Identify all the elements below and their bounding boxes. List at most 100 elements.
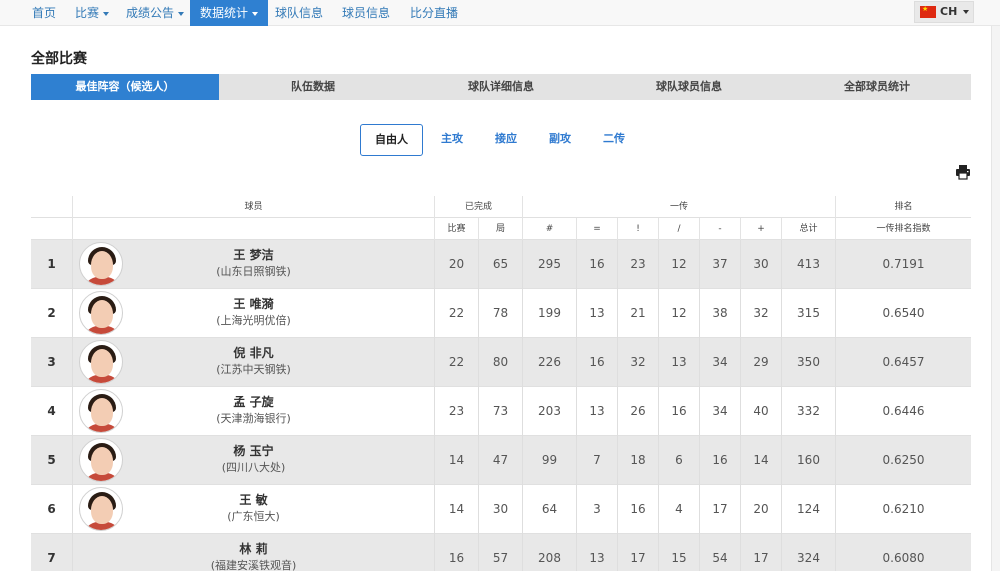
- tab-best-lineup[interactable]: 最佳阵容（候选人）: [31, 74, 219, 100]
- player-name[interactable]: 王 敏: [73, 493, 434, 508]
- nav-live-score[interactable]: 比分直播: [410, 0, 458, 26]
- stat-cell-exclaim: 23: [617, 240, 658, 289]
- subheader-plus: +: [740, 218, 781, 240]
- position-tab-outside-hitter[interactable]: 主攻: [433, 124, 471, 156]
- stat-cell-exclaim: 18: [617, 436, 658, 485]
- stat-cell-sets: 30: [478, 485, 522, 534]
- player-cell[interactable]: 林 莉 (福建安溪铁观音): [72, 534, 434, 571]
- tab-team-details[interactable]: 球队详细信息: [407, 74, 595, 100]
- header-reception: 一传: [522, 196, 835, 218]
- china-flag-icon: ★: [920, 5, 936, 18]
- subheader-perfect: #: [522, 218, 576, 240]
- subheader-slash: /: [658, 218, 699, 240]
- tab-all-player-stats[interactable]: 全部球员统计: [783, 74, 971, 100]
- language-label: CH: [940, 5, 958, 18]
- stat-cell-minus: 38: [699, 289, 740, 338]
- stat-cell-minus: 34: [699, 338, 740, 387]
- player-cell[interactable]: 王 敏 (广东恒大): [72, 485, 434, 534]
- player-cell[interactable]: 倪 非凡 (江苏中天钢铁): [72, 338, 434, 387]
- print-icon[interactable]: [955, 164, 971, 180]
- stat-cell-sets: 57: [478, 534, 522, 571]
- stat-cell-plus: 14: [740, 436, 781, 485]
- subheader-total: 总计: [781, 218, 835, 240]
- player-name[interactable]: 王 唯漪: [73, 297, 434, 312]
- stat-cell-matches: 23: [434, 387, 478, 436]
- player-name[interactable]: 林 莉: [73, 542, 434, 557]
- stat-cell-sets: 47: [478, 436, 522, 485]
- stat-cell-slash: 12: [658, 289, 699, 338]
- stat-cell-minus: 17: [699, 485, 740, 534]
- subheader-sets: 局: [478, 218, 522, 240]
- stat-cell-plus: 17: [740, 534, 781, 571]
- stat-cell-good: 3: [576, 485, 617, 534]
- subheader-index: 一传排名指数: [835, 218, 971, 240]
- nav-home[interactable]: 首页: [32, 0, 56, 26]
- header-rank-spacer: [31, 196, 72, 218]
- stat-cell-good: 13: [576, 289, 617, 338]
- stat-cell-plus: 20: [740, 485, 781, 534]
- stat-cell-exclaim: 21: [617, 289, 658, 338]
- stat-cell-index: 0.6457: [835, 338, 971, 387]
- stat-cell-slash: 16: [658, 387, 699, 436]
- position-tab-opposite[interactable]: 接应: [487, 124, 525, 156]
- player-name[interactable]: 孟 子旋: [73, 395, 434, 410]
- nav-team-info[interactable]: 球队信息: [275, 0, 323, 26]
- stat-cell-minus: 37: [699, 240, 740, 289]
- stat-cell-matches: 22: [434, 289, 478, 338]
- player-name[interactable]: 王 梦洁: [73, 248, 434, 263]
- nav-player-info[interactable]: 球员信息: [342, 0, 390, 26]
- page-scrollbar[interactable]: [991, 26, 1000, 571]
- nav-results[interactable]: 成绩公告: [126, 0, 185, 26]
- player-name[interactable]: 杨 玉宁: [73, 444, 434, 459]
- chevron-down-icon: [963, 10, 969, 14]
- nav-matches[interactable]: 比赛: [75, 0, 110, 26]
- rank-cell: 2: [47, 306, 56, 320]
- stat-cell-matches: 16: [434, 534, 478, 571]
- language-selector[interactable]: ★ CH: [914, 1, 974, 23]
- stat-cell-exclaim: 32: [617, 338, 658, 387]
- nav-statistics[interactable]: 数据统计: [190, 0, 269, 26]
- tab-team-players[interactable]: 球队球员信息: [595, 74, 783, 100]
- stat-cell-index: 0.6446: [835, 387, 971, 436]
- stat-cell-total: 124: [781, 485, 835, 534]
- stat-cell-perfect: 208: [522, 534, 576, 571]
- page-title: 全部比赛: [31, 51, 87, 67]
- stat-cell-perfect: 226: [522, 338, 576, 387]
- stat-cell-slash: 4: [658, 485, 699, 534]
- stat-cell-perfect: 99: [522, 436, 576, 485]
- subheader-player-spacer: [72, 218, 434, 240]
- position-tab-setter[interactable]: 二传: [595, 124, 633, 156]
- stat-cell-exclaim: 26: [617, 387, 658, 436]
- player-team: (福建安溪铁观音): [210, 559, 297, 571]
- player-cell[interactable]: 孟 子旋 (天津渤海银行): [72, 387, 434, 436]
- stat-cell-plus: 40: [740, 387, 781, 436]
- tab-team-data[interactable]: 队伍数据: [219, 74, 407, 100]
- player-team: (四川八大处): [221, 461, 286, 474]
- table-group-header: 球员 已完成 一传 排名: [31, 196, 971, 218]
- header-ranking: 排名: [835, 196, 971, 218]
- rank-cell: 5: [47, 453, 56, 467]
- position-tab-middle-blocker[interactable]: 副攻: [541, 124, 579, 156]
- stat-cell-index: 0.6080: [835, 534, 971, 571]
- player-cell[interactable]: 杨 玉宁 (四川八大处): [72, 436, 434, 485]
- nav-matches-label: 比赛: [75, 6, 100, 20]
- rank-cell: 6: [47, 502, 56, 516]
- stat-cell-good: 16: [576, 240, 617, 289]
- subheader-minus: -: [699, 218, 740, 240]
- player-team: (上海光明优倍): [216, 314, 291, 327]
- stat-cell-slash: 15: [658, 534, 699, 571]
- stat-cell-perfect: 295: [522, 240, 576, 289]
- stat-cell-exclaim: 16: [617, 485, 658, 534]
- player-cell[interactable]: 王 梦洁 (山东日照钢铁): [72, 240, 434, 289]
- table-row: 4 孟 子旋 (天津渤海银行) 23 73 203 13 26 16 34 40 332 0.6446: [31, 387, 971, 436]
- stat-cell-total: 413: [781, 240, 835, 289]
- stat-cell-matches: 14: [434, 485, 478, 534]
- stat-cell-good: 13: [576, 387, 617, 436]
- stat-cell-plus: 32: [740, 289, 781, 338]
- position-tab-libero[interactable]: 自由人: [360, 124, 423, 156]
- player-name[interactable]: 倪 非凡: [73, 346, 434, 361]
- rank-cell: 7: [47, 551, 56, 565]
- player-cell[interactable]: 王 唯漪 (上海光明优倍): [72, 289, 434, 338]
- player-team: (江苏中天钢铁): [216, 363, 291, 376]
- nav-statistics-label: 数据统计: [200, 6, 249, 20]
